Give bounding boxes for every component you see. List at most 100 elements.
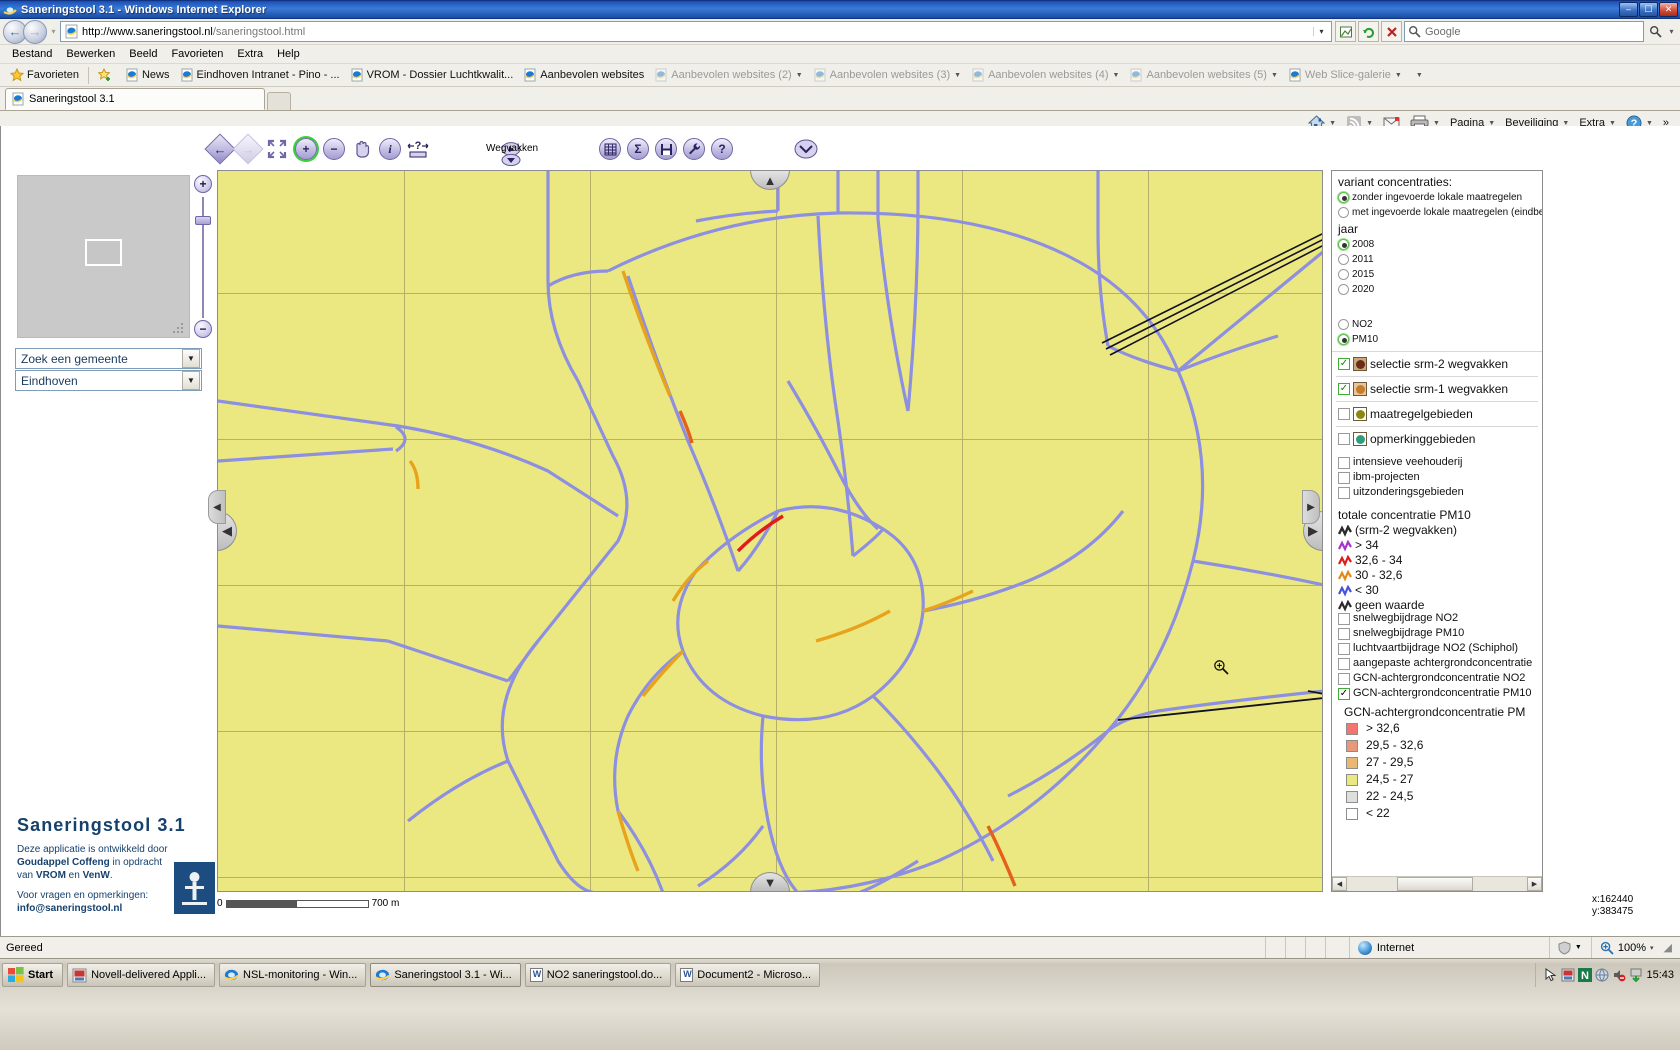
zoom-in-button[interactable]: +	[293, 136, 319, 162]
wegvakken-selector[interactable]: Wegvakken	[486, 127, 538, 171]
expand-toolbar-button[interactable]	[793, 136, 819, 162]
identify-button[interactable]: i	[377, 136, 403, 162]
volume-mute-icon[interactable]	[1612, 968, 1626, 982]
recent-pages-dropdown[interactable]: ▾	[47, 27, 60, 36]
layer-uitzonderingsgebieden[interactable]: uitzonderingsgebieden	[1336, 485, 1538, 500]
settings-button[interactable]	[681, 136, 707, 162]
menu-bestand[interactable]: Bestand	[5, 47, 59, 61]
search-provider-dropdown[interactable]: ▾	[1666, 27, 1677, 36]
collapse-left-panel-button[interactable]: ◀	[208, 490, 226, 524]
fav-item-1[interactable]: Eindhoven Intranet - Pino - ...	[175, 68, 345, 82]
refresh-button[interactable]	[1358, 21, 1379, 42]
measure-button[interactable]: ?	[405, 136, 431, 162]
checkbox-icon[interactable]: ✓	[1338, 358, 1350, 370]
radio-icon[interactable]	[1338, 269, 1349, 280]
protected-mode-cell[interactable]: ▼	[1548, 936, 1591, 959]
taskbar-item-document2[interactable]: Document2 - Microso...	[675, 963, 820, 987]
radio-icon[interactable]	[1338, 207, 1349, 218]
favbar-overflow-button[interactable]: ▼	[1407, 72, 1428, 79]
statistics-button[interactable]: Σ	[625, 136, 651, 162]
network-globe-icon[interactable]	[1595, 968, 1609, 982]
overview-extent-rect[interactable]	[85, 239, 122, 266]
layer-srm1[interactable]: ✓ selectie srm-1 wegvakken	[1336, 379, 1538, 399]
menu-extra[interactable]: Extra	[230, 47, 270, 61]
taskbar-item-saneringstool[interactable]: Saneringstool 3.1 - Wi...	[370, 963, 521, 987]
scroll-left-button[interactable]: ◀	[1332, 877, 1347, 891]
minimize-button[interactable]: –	[1619, 2, 1638, 17]
safely-remove-icon[interactable]	[1629, 968, 1643, 982]
start-button[interactable]: Start	[2, 963, 64, 987]
radio-icon[interactable]	[1338, 239, 1349, 250]
radio-icon[interactable]	[1338, 319, 1349, 330]
jaar-option-2011[interactable]: 2011	[1336, 252, 1538, 267]
variant-option-1[interactable]: met ingevoerde lokale maatregelen (eindb…	[1336, 205, 1542, 220]
stof-option-no2[interactable]: NO2	[1336, 317, 1538, 332]
clock[interactable]: 15:43	[1646, 969, 1674, 981]
resize-grip-icon[interactable]: ◢	[1664, 941, 1672, 954]
checkbox-icon[interactable]	[1338, 642, 1350, 655]
layer-ibm-projecten[interactable]: ibm-projecten	[1336, 470, 1538, 485]
checkbox-icon[interactable]	[1338, 471, 1350, 484]
layer-snelwegbijdrage-pm10[interactable]: snelwegbijdrage PM10	[1336, 626, 1538, 641]
radio-icon[interactable]	[1338, 334, 1349, 345]
layer-gcn-achtergrond-no2[interactable]: GCN-achtergrondconcentratie NO2	[1336, 671, 1538, 686]
fav-item-6[interactable]: Aanbevolen websites (4) ▼	[966, 68, 1124, 82]
layer-maatregelgebieden[interactable]: maatregelgebieden	[1336, 404, 1538, 424]
fav-item-2[interactable]: VROM - Dossier Luchtkwalit...	[345, 68, 519, 82]
scroll-right-button[interactable]: ▶	[1527, 877, 1542, 891]
menu-bewerken[interactable]: Bewerken	[59, 47, 122, 61]
scroll-track[interactable]	[1347, 877, 1527, 891]
checkbox-icon[interactable]: ✓	[1338, 383, 1350, 395]
chevron-down-icon[interactable]: ▼	[182, 371, 200, 390]
fav-item-3[interactable]: Aanbevolen websites	[518, 68, 649, 82]
forward-button[interactable]: →	[23, 19, 47, 44]
layer-aangepaste-achtergrondconcentratie[interactable]: aangepaste achtergrondconcentratie	[1336, 656, 1538, 671]
cursor-icon[interactable]	[1544, 968, 1558, 982]
netware-icon[interactable]: N	[1578, 968, 1593, 982]
add-to-favorites-bar-button[interactable]	[93, 67, 120, 82]
jaar-option-2020[interactable]: 2020	[1336, 282, 1538, 297]
search-go-button[interactable]	[1644, 21, 1666, 42]
jaar-option-2008[interactable]: 2008	[1336, 237, 1538, 252]
security-zone[interactable]: Internet	[1348, 936, 1549, 959]
menu-favorieten[interactable]: Favorieten	[164, 47, 230, 61]
maximize-button[interactable]: ☐	[1639, 2, 1658, 17]
menu-beeld[interactable]: Beeld	[122, 47, 164, 61]
layer-luchtvaartbijdrage-no2[interactable]: luchtvaartbijdrage NO2 (Schiphol)	[1336, 641, 1538, 656]
stof-option-pm10[interactable]: PM10	[1336, 332, 1538, 347]
radio-icon[interactable]	[1338, 284, 1349, 295]
radio-icon[interactable]	[1338, 192, 1349, 203]
stop-button[interactable]	[1381, 21, 1402, 42]
checkbox-icon[interactable]	[1338, 612, 1350, 625]
help-button-map[interactable]: ?	[709, 136, 735, 162]
map-canvas[interactable]: ▲ ▼ ◀ ▶	[217, 170, 1323, 892]
favorites-button[interactable]: Favorieten	[5, 67, 84, 82]
collapse-right-panel-button[interactable]: ▶	[1302, 490, 1320, 524]
tab-saneringstool[interactable]: Saneringstool 3.1	[5, 88, 265, 110]
fav-item-7[interactable]: Aanbevolen websites (5) ▼	[1124, 68, 1282, 82]
zoom-full-extent-button[interactable]	[264, 136, 290, 162]
layer-opmerkinggebieden[interactable]: opmerkinggebieden	[1336, 429, 1538, 449]
search-gemeente-combo[interactable]: Zoek een gemeente ▼	[15, 348, 202, 369]
zoom-slider-thumb[interactable]	[195, 216, 211, 225]
fav-item-5[interactable]: Aanbevolen websites (3) ▼	[808, 68, 966, 82]
gemeente-combo[interactable]: Eindhoven ▼	[15, 370, 202, 391]
checkbox-icon[interactable]	[1338, 408, 1350, 420]
checkbox-icon[interactable]: ✓	[1338, 687, 1350, 700]
legend-horizontal-scrollbar[interactable]: ◀ ▶	[1332, 876, 1542, 891]
novell-tray-icon[interactable]	[1561, 968, 1575, 982]
fav-item-4[interactable]: Aanbevolen websites (2) ▼	[649, 68, 807, 82]
layer-srm2[interactable]: ✓ selectie srm-2 wegvakken	[1336, 354, 1538, 374]
zoom-level-control[interactable]: 100% ▾ ◢	[1590, 936, 1680, 959]
checkbox-icon[interactable]	[1338, 486, 1350, 499]
fav-item-0[interactable]: News	[120, 68, 175, 82]
taskbar-item-novell[interactable]: Novell-delivered Appli...	[67, 963, 216, 987]
pan-button[interactable]	[349, 136, 375, 162]
overview-map[interactable]	[17, 175, 190, 338]
variant-option-0[interactable]: zonder ingevoerde lokale maatregelen	[1336, 190, 1538, 205]
checkbox-icon[interactable]	[1338, 456, 1350, 469]
layer-snelwegbijdrage-no2[interactable]: snelwegbijdrage NO2	[1336, 611, 1538, 626]
search-input[interactable]: Google	[1404, 21, 1644, 42]
jaar-option-2015[interactable]: 2015	[1336, 267, 1538, 282]
checkbox-icon[interactable]	[1338, 627, 1350, 640]
